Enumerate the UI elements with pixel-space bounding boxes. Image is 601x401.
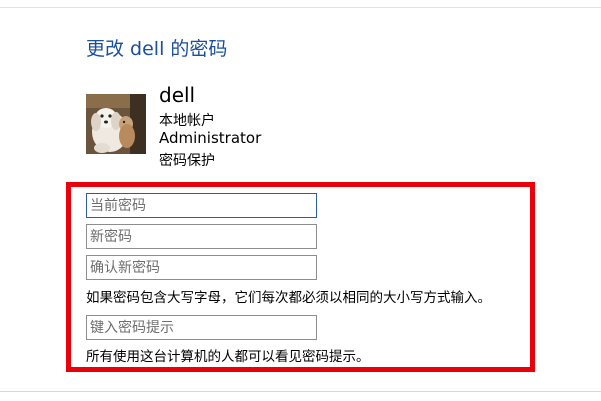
new-password-input[interactable] [86,224,317,249]
bottom-divider [0,391,601,392]
user-name: dell [159,83,196,107]
confirm-password-input[interactable] [86,255,317,280]
password-hint-input[interactable] [86,315,317,340]
account-role: Administrator [159,129,262,147]
account-type: 本地帐户 [159,113,215,129]
case-sensitivity-note: 如果密码包含大写字母，它们每次都必须以相同的大小写方式输入。 [86,290,491,306]
page-title: 更改 dell 的密码 [86,38,228,60]
password-protection-status: 密码保护 [159,153,215,169]
top-divider [0,7,601,8]
hint-visibility-note: 所有使用这台计算机的人都可以看见密码提示。 [86,349,370,365]
avatar [86,94,146,154]
user-photo-dog-icon [86,94,146,154]
current-password-input[interactable] [86,193,317,218]
